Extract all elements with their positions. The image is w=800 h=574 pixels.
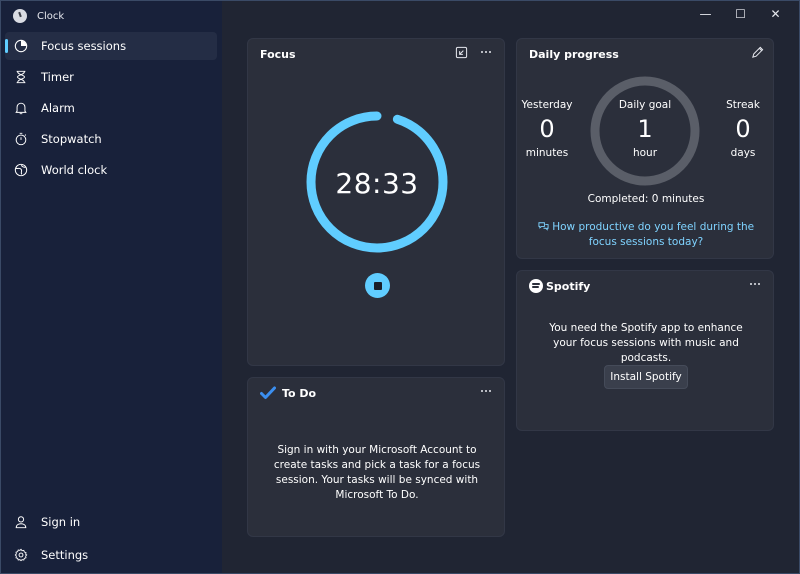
sidebar-item-label: World clock: [41, 163, 108, 177]
completed-text: Completed: 0 minutes: [587, 193, 705, 205]
sidebar-item-label: Settings: [41, 548, 89, 562]
spotify-more-icon[interactable]: [747, 277, 763, 291]
goal-value: 1: [637, 115, 653, 143]
focus-card: Focus 28:33: [247, 38, 505, 366]
sidebar: Clock Focus sessions Timer Alarm Stopwat…: [1, 1, 222, 573]
feedback-link[interactable]: How productive do you feel during the fo…: [517, 220, 775, 250]
sidebar-item-label: Focus sessions: [41, 39, 127, 53]
focus-timer-text: 28:33: [335, 167, 419, 200]
stopwatch-icon: [13, 131, 29, 147]
close-button[interactable]: ✕: [758, 3, 793, 25]
spotify-message: You need the Spotify app to enhance your…: [549, 322, 743, 364]
hourglass-icon: [13, 69, 29, 85]
yesterday-unit: minutes: [525, 147, 569, 159]
sidebar-item-world-clock[interactable]: World clock: [5, 156, 217, 184]
minimize-button[interactable]: —: [688, 3, 723, 25]
titlebar: Clock: [13, 8, 64, 24]
streak-value: 0: [735, 115, 751, 143]
bell-icon: [13, 100, 29, 116]
feedback-icon: [538, 222, 549, 231]
spotify-brand: Spotify: [546, 279, 591, 293]
todo-title: To Do: [282, 386, 317, 400]
maximize-button[interactable]: ☐: [723, 3, 758, 25]
spotify-card: Spotify You need the Spotify app to enha…: [516, 270, 774, 431]
yesterday-stat: Yesterday 0 minutes: [517, 99, 577, 159]
sidebar-item-sign-in[interactable]: Sign in: [5, 508, 217, 536]
gear-icon: [13, 547, 29, 563]
compact-overlay-icon[interactable]: [455, 46, 468, 59]
sidebar-item-label: Sign in: [41, 515, 81, 529]
stop-button[interactable]: [365, 273, 390, 298]
app-title: Clock: [37, 10, 65, 22]
streak-label: Streak: [726, 99, 760, 111]
yesterday-label: Yesterday: [521, 99, 573, 111]
todo-message: Sign in with your Microsoft Account to c…: [273, 444, 481, 501]
app-window: Clock Focus sessions Timer Alarm Stopwat…: [0, 0, 800, 574]
goal-unit: hour: [632, 147, 658, 159]
focus-icon: [13, 38, 29, 54]
globe-icon: [13, 162, 29, 178]
spotify-logo: Spotify: [529, 279, 590, 293]
feedback-text: How productive do you feel during the fo…: [552, 221, 755, 248]
daily-progress-card: Daily progress Yesterday 0 minutes Daily…: [516, 38, 774, 259]
streak-unit: days: [730, 147, 756, 159]
window-controls: — ☐ ✕: [688, 3, 793, 25]
sidebar-item-settings[interactable]: Settings: [5, 541, 217, 569]
yesterday-value: 0: [539, 115, 555, 143]
sidebar-item-timer[interactable]: Timer: [5, 63, 217, 91]
focus-more-icon[interactable]: [478, 45, 494, 59]
todo-more-icon[interactable]: [478, 384, 494, 398]
daily-progress-title: Daily progress: [529, 48, 619, 61]
goal-stat: Daily goal 1 hour: [589, 99, 701, 159]
stop-icon: [373, 281, 382, 290]
todo-card: To Do Sign in with your Microsoft Accoun…: [247, 377, 505, 537]
goal-label: Daily goal: [618, 99, 672, 111]
spotify-icon: [529, 279, 543, 293]
sidebar-item-label: Stopwatch: [41, 132, 102, 146]
sidebar-item-label: Timer: [41, 70, 74, 84]
clock-app-icon: [13, 9, 27, 23]
streak-stat: Streak 0 days: [713, 99, 773, 159]
edit-icon[interactable]: [751, 46, 764, 59]
install-spotify-button[interactable]: Install Spotify: [604, 365, 688, 389]
sidebar-item-stopwatch[interactable]: Stopwatch: [5, 125, 217, 153]
person-icon: [13, 514, 29, 530]
todo-header: To Do: [260, 386, 316, 400]
sidebar-item-label: Alarm: [41, 101, 75, 115]
todo-check-icon: [260, 386, 276, 399]
sidebar-item-focus-sessions[interactable]: Focus sessions: [5, 32, 217, 60]
focus-title: Focus: [260, 48, 296, 61]
sidebar-item-alarm[interactable]: Alarm: [5, 94, 217, 122]
